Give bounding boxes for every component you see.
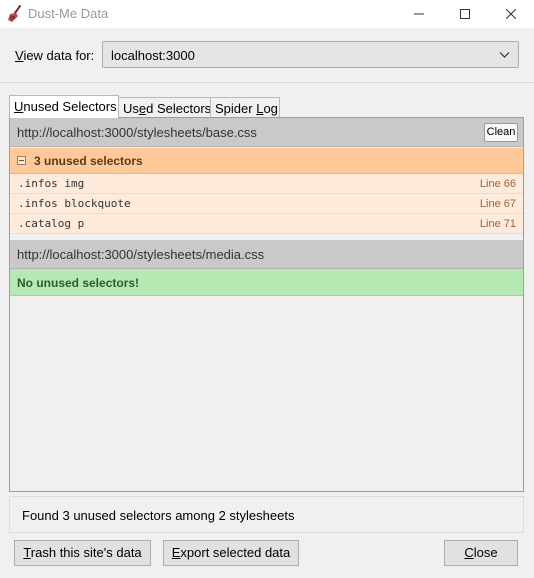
tab-spider-log[interactable]: Spider Log <box>210 97 280 118</box>
list-item[interactable]: .catalog p Line 71 <box>10 214 523 234</box>
list-item[interactable]: .infos blockquote Line 67 <box>10 194 523 214</box>
title-bar: Dust-Me Data <box>0 0 534 28</box>
line-number: Line 66 <box>479 178 516 190</box>
stylesheet-url: http://localhost:3000/stylesheets/media.… <box>17 247 265 262</box>
stylesheet-header[interactable]: http://localhost:3000/stylesheets/base.c… <box>10 118 523 147</box>
tab-unused-selectors[interactable]: Unused Selectors <box>9 95 119 118</box>
site-select-value: localhost:3000 <box>111 48 195 63</box>
minimize-icon <box>414 13 424 15</box>
trash-site-data-button[interactable]: Trash this site's data <box>14 540 151 566</box>
list-item[interactable]: .infos img Line 66 <box>10 174 523 194</box>
broom-icon <box>8 5 21 22</box>
export-selected-data-button[interactable]: Export selected data <box>163 540 299 566</box>
tab-used-selectors[interactable]: Used Selectors <box>118 97 211 118</box>
selector-text: .infos blockquote <box>18 197 131 210</box>
selector-text: .catalog p <box>18 217 85 230</box>
divider <box>0 82 534 83</box>
collapse-minus-icon[interactable] <box>17 156 26 165</box>
line-number: Line 67 <box>479 198 516 210</box>
status-text: Found 3 unused selectors among 2 stylesh… <box>22 508 295 523</box>
close-icon <box>506 9 516 19</box>
close-button[interactable]: Close <box>444 540 518 566</box>
stylesheet-header[interactable]: http://localhost:3000/stylesheets/media.… <box>10 240 523 269</box>
maximize-icon <box>460 9 470 19</box>
clean-button[interactable]: Clean <box>484 123 518 142</box>
unused-selectors-group[interactable]: 3 unused selectors <box>10 148 523 174</box>
stylesheet-url: http://localhost:3000/stylesheets/base.c… <box>17 125 257 140</box>
view-data-label: View data for: <box>15 48 95 63</box>
chevron-down-icon <box>499 52 510 58</box>
minimize-button[interactable] <box>396 0 442 28</box>
selector-text: .infos img <box>18 177 85 190</box>
results-panel: http://localhost:3000/stylesheets/base.c… <box>9 117 524 492</box>
no-unused-message: No unused selectors! <box>10 269 523 296</box>
site-select[interactable]: localhost:3000 <box>102 41 519 68</box>
maximize-button[interactable] <box>442 0 488 28</box>
no-unused-text: No unused selectors! <box>17 276 140 290</box>
selector-list: .infos img Line 66 .infos blockquote Lin… <box>10 174 523 234</box>
close-window-button[interactable] <box>488 0 534 28</box>
line-number: Line 71 <box>479 218 516 230</box>
group-label: 3 unused selectors <box>34 154 143 168</box>
window-title: Dust-Me Data <box>28 6 109 21</box>
status-bar: Found 3 unused selectors among 2 stylesh… <box>9 496 524 533</box>
